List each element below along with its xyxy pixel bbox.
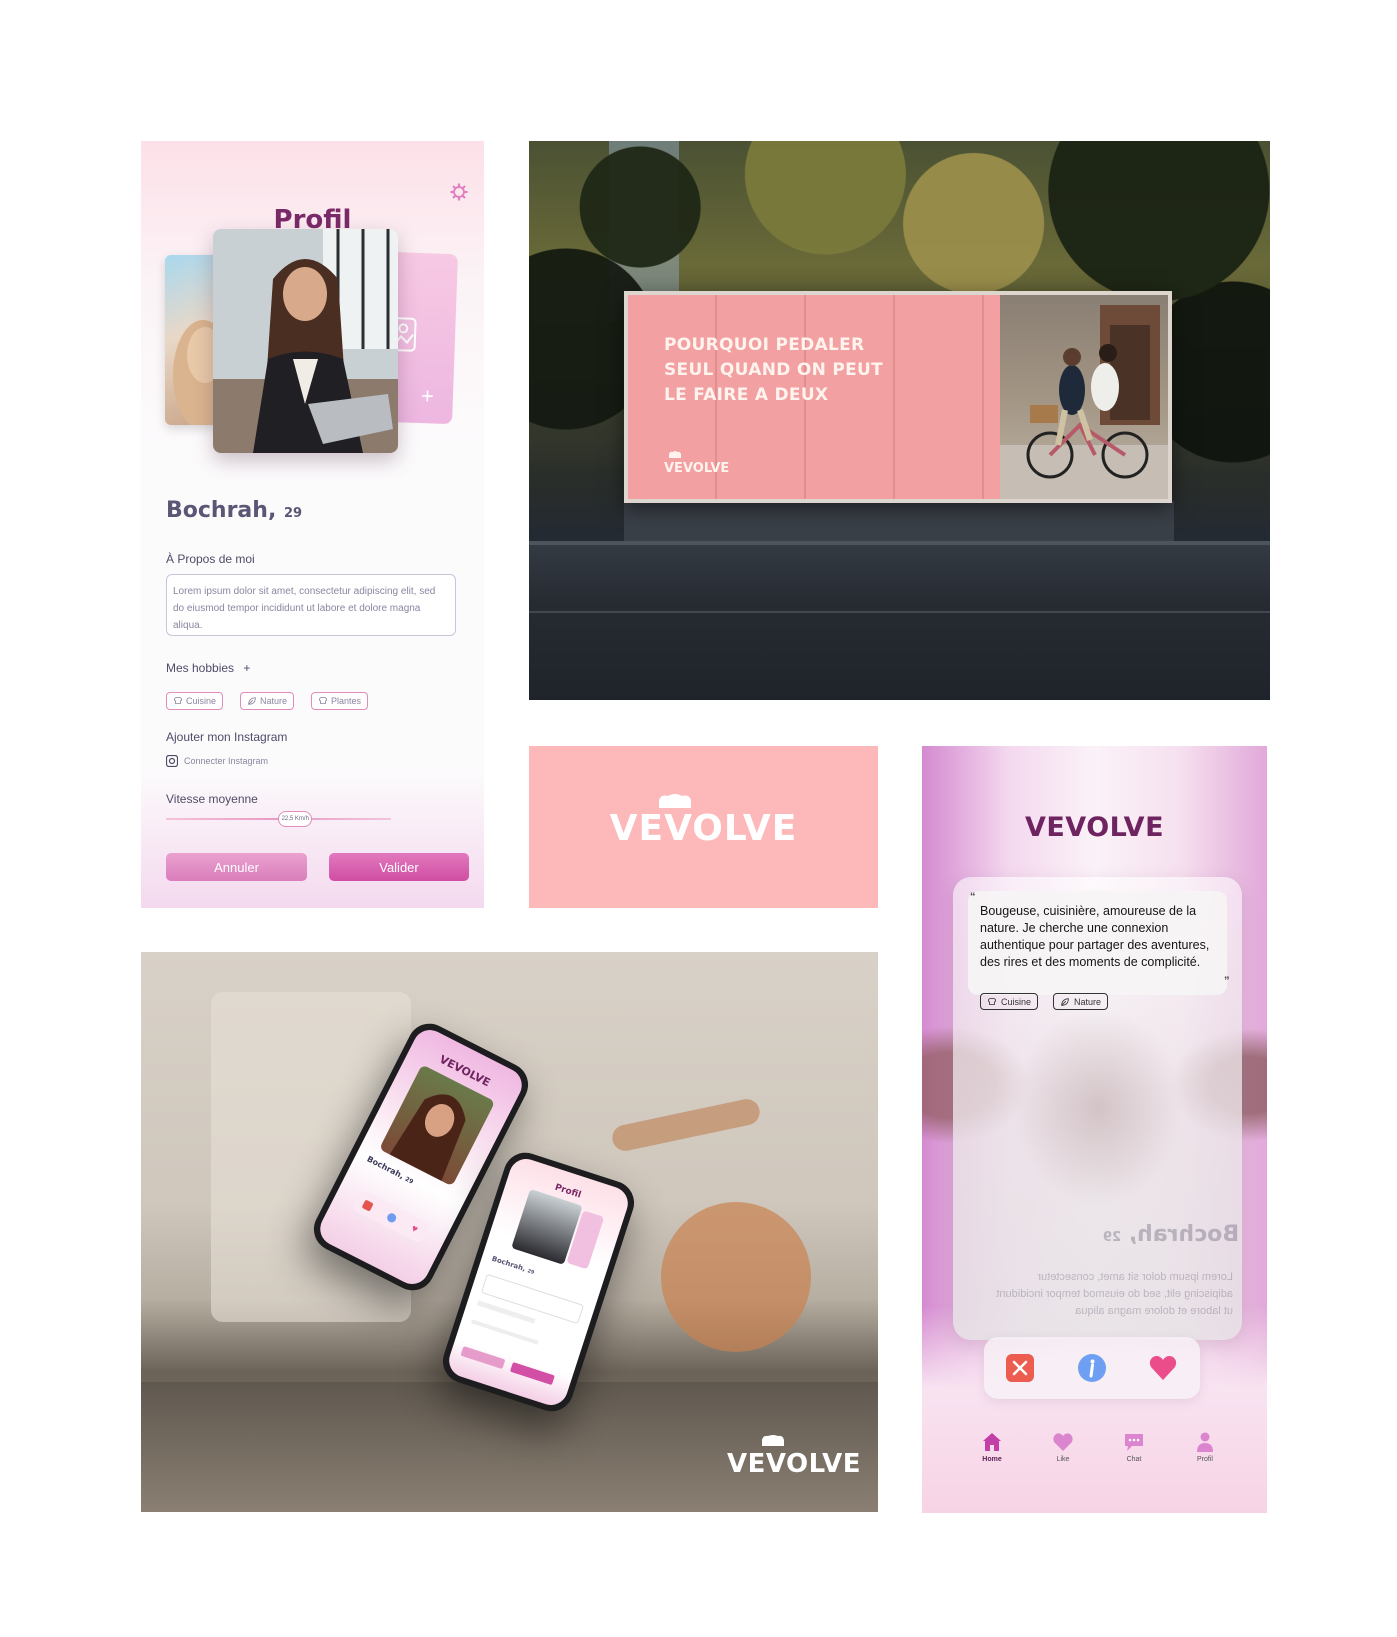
blurred-bike-frame <box>609 1096 763 1154</box>
bio-text: Bougeuse, cuisinière, amoureuse de la na… <box>980 904 1210 969</box>
mirrored-description: Lorem ipsum dolor sit amet, consectetur … <box>996 1271 1233 1317</box>
interest-tag: Nature <box>1053 993 1109 1010</box>
about-textarea[interactable]: Lorem ipsum dolor sit amet, consectetur … <box>166 574 456 636</box>
add-icon[interactable]: + <box>421 383 435 409</box>
hobby-chip[interactable]: Cuisine <box>166 692 224 710</box>
phone-info-icon <box>385 1211 398 1224</box>
gear-icon[interactable] <box>450 183 468 201</box>
hobby-chip[interactable]: Nature <box>240 692 295 710</box>
instagram-connect-text: Connecter Instagram <box>184 756 269 766</box>
profile-icon <box>1197 1432 1213 1452</box>
brand-logo: VEVOLVE <box>1024 812 1165 843</box>
phone-name: Bochrah, 29 <box>491 1255 536 1276</box>
chat-icon <box>1125 1434 1143 1451</box>
headline-line: SEUL QUAND ON PEUT <box>664 360 884 380</box>
hobby-label: Cuisine <box>186 696 217 706</box>
profile-card[interactable]: “ Bougeuse, cuisinière, amoureuse de la … <box>953 877 1242 1340</box>
interest-tag: Cuisine <box>980 993 1039 1010</box>
billboard: POURQUOI PEDALER SEUL QUAND ON PEUT LE F… <box>624 291 1172 503</box>
cloud-logo-icon <box>659 794 691 808</box>
phone-action-bar: ♥ <box>350 1189 431 1245</box>
billboard-photo-panel: POURQUOI PEDALER SEUL QUAND ON PEUT LE F… <box>529 141 1270 700</box>
road <box>529 541 1270 700</box>
name-text: Bochrah, <box>166 498 277 523</box>
phone-dislike-icon <box>361 1199 374 1212</box>
mirrored-name: Bochrah, 29 <box>1103 1222 1239 1247</box>
speed-slider-thumb[interactable]: 22,5 Km/h <box>278 811 313 827</box>
quote-close: ” <box>1224 975 1230 987</box>
hobby-chip[interactable]: Plantes <box>311 692 369 710</box>
heart-icon <box>1053 1433 1073 1451</box>
blurred-bike-wheel <box>661 1202 811 1352</box>
quote-open: “ <box>970 891 976 903</box>
mirrored-name-text: Bochrah, <box>1128 1222 1240 1247</box>
interest-tag-label: Nature <box>1074 996 1102 1007</box>
leaf-icon <box>1061 997 1069 1006</box>
validate-button[interactable]: Valider <box>329 853 469 881</box>
main-profile-photo <box>213 229 398 453</box>
instagram-label: Ajouter mon Instagram <box>166 730 288 744</box>
cloud-logo-icon <box>669 451 681 458</box>
hobby-label: Plantes <box>331 696 362 706</box>
headline-line: POURQUOI PEDALER <box>664 335 865 355</box>
profile-name: Bochrah, 29 <box>166 498 302 523</box>
chef-hat-icon <box>318 696 328 704</box>
instagram-icon <box>166 755 178 767</box>
logo-tile-panel: VEVOLVE <box>529 746 878 908</box>
billboard-headline: POURQUOI PEDALER SEUL QUAND ON PEUT LE F… <box>664 333 984 408</box>
nav-item-profil[interactable]: Profil <box>1180 1431 1230 1463</box>
phone-name-text: Bochrah, <box>490 1254 527 1274</box>
leaf-icon <box>248 697 256 705</box>
phone-about-box <box>480 1273 585 1325</box>
nav-item-home[interactable]: Home <box>967 1431 1017 1463</box>
phone-mockup-panel: VEVOLVE Bochrah, 29 ♥ Profil Bochrah, 29 <box>141 952 878 1512</box>
couple-on-bike-photo <box>1000 295 1168 499</box>
road-line <box>529 611 1270 613</box>
connect-instagram-button[interactable]: Connecter Instagram <box>166 755 268 767</box>
nav-item-chat[interactable]: Chat <box>1109 1431 1159 1463</box>
mockup-brand-logo: VEVOLVE <box>727 1449 862 1479</box>
phone-heart-icon: ♥ <box>409 1222 420 1236</box>
nav-label: Chat <box>1126 1456 1142 1463</box>
profile-screen-panel: Profil + Bochrah, 29 À Propos de moi Lor… <box>141 141 484 908</box>
nav-item-like[interactable]: Like <box>1038 1431 1088 1463</box>
phone-validate-button <box>509 1362 555 1386</box>
like-button[interactable] <box>1148 1353 1178 1383</box>
phone-instagram-row <box>470 1319 539 1345</box>
bottom-navigation: Home Like Chat Profil <box>922 1431 1267 1491</box>
interest-tag-label: Cuisine <box>1001 996 1032 1007</box>
nav-label: Profil <box>1197 1456 1213 1463</box>
cancel-button[interactable]: Annuler <box>166 853 307 881</box>
info-button[interactable] <box>1077 1353 1107 1383</box>
about-label: À Propos de moi <box>166 552 255 566</box>
swipe-action-bar <box>984 1337 1200 1399</box>
chef-hat-icon <box>173 696 183 704</box>
chef-hat-icon <box>987 997 997 1005</box>
billboard-logo: VEVOLVE <box>664 461 730 476</box>
home-screen-panel: VEVOLVE “ Bougeuse, cuisinière, amoureus… <box>922 746 1267 1513</box>
cloud-logo-icon <box>762 1435 784 1446</box>
hobby-label: Nature <box>260 696 288 706</box>
nav-label: Home <box>982 1456 1002 1463</box>
curb <box>529 541 1270 545</box>
billboard-poster: POURQUOI PEDALER SEUL QUAND ON PEUT LE F… <box>628 295 1000 499</box>
phone-age-text: 29 <box>526 1268 535 1277</box>
mirrored-age-text: 29 <box>1103 1230 1122 1245</box>
phone-cancel-button <box>460 1345 506 1370</box>
blurred-profile-photo <box>1013 1007 1183 1207</box>
add-hobby-button[interactable]: + <box>243 661 250 675</box>
blurred-floor <box>141 1382 878 1512</box>
headline-line: LE FAIRE A DEUX <box>664 385 829 405</box>
hobbies-label-text: Mes hobbies <box>166 661 235 675</box>
dislike-button[interactable] <box>1005 1353 1035 1383</box>
nav-label: Like <box>1056 1456 1070 1463</box>
brand-logo: VEVOLVE <box>609 808 798 849</box>
home-icon <box>983 1433 1001 1451</box>
phone-age-text: 29 <box>403 1175 415 1186</box>
speed-label: Vitesse moyenne <box>166 792 258 806</box>
hobbies-label: Mes hobbies + <box>166 661 250 675</box>
billboard-base <box>624 501 1174 541</box>
age-text: 29 <box>283 506 303 521</box>
